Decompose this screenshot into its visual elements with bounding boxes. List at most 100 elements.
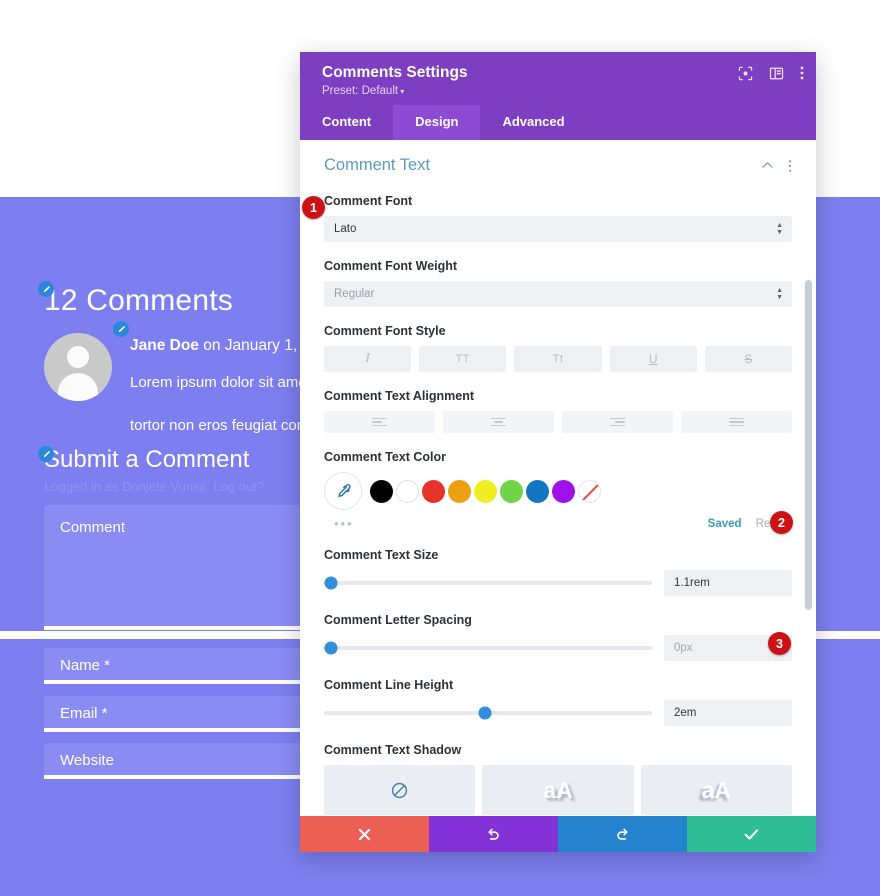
swatch-black[interactable] <box>370 479 393 503</box>
annotation-badge-3: 3 <box>768 632 791 655</box>
comment-text-shadow-label: Comment Text Shadow <box>324 743 462 757</box>
comment-text-size-value[interactable]: 1.1rem <box>664 570 792 596</box>
color-meta-row: ••• Saved Recent <box>324 516 792 531</box>
comment-text-color-field: Comment Text Color ••• Saved <box>324 450 792 531</box>
comment-letter-spacing-field: Comment Letter Spacing 0px <box>324 613 792 661</box>
align-center-button[interactable] <box>443 411 554 433</box>
comment-text-alignment-label: Comment Text Alignment <box>324 389 475 403</box>
comment-line-height-slider[interactable] <box>324 706 652 720</box>
modal-scrollbar[interactable] <box>805 280 812 610</box>
comment-font-style-label: Comment Font Style <box>324 324 446 338</box>
swatch-white[interactable] <box>396 479 419 503</box>
edit-pencil-icon[interactable] <box>38 446 54 462</box>
comment-line-height-value[interactable]: 2em <box>664 700 792 726</box>
comment-font-weight-label: Comment Font Weight <box>324 259 458 273</box>
underline-glyph: U <box>648 352 658 366</box>
tab-design[interactable]: Design <box>393 105 481 140</box>
modal-header-icons <box>738 65 804 81</box>
layout-panel-icon[interactable] <box>769 66 784 81</box>
comment-letter-spacing-slider[interactable] <box>324 641 652 655</box>
swatch-green[interactable] <box>500 479 523 503</box>
comment-author: Jane Doe <box>130 337 199 354</box>
comment-text-color-label: Comment Text Color <box>324 450 446 464</box>
preset-selector[interactable]: Preset: Default ▾ <box>322 85 800 97</box>
comment-font-weight-field: Comment Font Weight Regular ▲ ▼ <box>324 259 792 307</box>
swatch-purple[interactable] <box>552 479 575 503</box>
modal-title: Comments Settings <box>322 64 468 81</box>
slider-thumb[interactable] <box>324 576 338 590</box>
comment-line-height-slider-row: 2em <box>324 700 792 726</box>
more-colors-button[interactable]: ••• <box>324 516 708 531</box>
section-title: Comment Text <box>324 156 431 174</box>
shadow-none-tile[interactable] <box>324 765 476 815</box>
slider-thumb[interactable] <box>478 706 492 720</box>
annotation-badge-2: 2 <box>770 511 793 534</box>
eyedropper-icon[interactable] <box>324 472 362 510</box>
comment-font-value: Lato <box>334 223 357 235</box>
chevron-up-icon[interactable] <box>761 161 774 170</box>
shadow-preview-glyph: aA <box>543 776 573 803</box>
chevron-updown-icon: ▲ ▼ <box>776 287 783 301</box>
comment-text-size-slider[interactable] <box>324 576 652 590</box>
cancel-button[interactable] <box>300 816 429 852</box>
uppercase-glyph: TT <box>455 353 471 365</box>
redo-button[interactable] <box>558 816 687 852</box>
comment-line-height-label: Comment Line Height <box>324 678 454 692</box>
underline-button[interactable]: U <box>609 346 697 372</box>
comment-letter-spacing-label: Comment Letter Spacing <box>324 613 472 627</box>
swatch-transparent[interactable] <box>578 479 601 503</box>
shadow-bottom-right-tile[interactable]: aA <box>482 765 634 815</box>
logged-in-notice: Logged in as Donjetë Vuniqi. Log out? <box>44 479 264 494</box>
comment-text-size-field: Comment Text Size 1.1rem <box>324 548 792 596</box>
alignment-button-row <box>324 411 792 433</box>
save-button[interactable] <box>687 816 816 852</box>
comment-font-label: Comment Font <box>324 194 413 208</box>
comment-text-shadow-field: Comment Text Shadow aA aA aA aA aA <box>324 743 792 816</box>
avatar <box>44 333 112 401</box>
edit-pencil-icon[interactable] <box>38 281 54 297</box>
align-left-icon <box>372 417 387 427</box>
tab-advanced[interactable]: Advanced <box>480 105 586 140</box>
italic-glyph: I <box>365 351 370 366</box>
preset-label: Preset: Default <box>322 85 399 97</box>
align-left-button[interactable] <box>324 411 435 433</box>
swatch-red[interactable] <box>422 479 445 503</box>
strikethrough-glyph: S <box>744 352 753 366</box>
focus-target-icon[interactable] <box>738 66 753 81</box>
italic-button[interactable]: I <box>324 346 412 372</box>
comment-text-section-header: Comment Text <box>324 140 792 177</box>
lowercase-glyph: Tt <box>552 353 564 365</box>
undo-button[interactable] <box>429 816 558 852</box>
tab-content[interactable]: Content <box>300 105 393 140</box>
align-center-icon <box>491 417 506 427</box>
logout-link[interactable]: Log out? <box>213 479 264 494</box>
chevron-updown-icon: ▲ ▼ <box>776 222 783 236</box>
comment-font-select[interactable]: Lato ▲ ▼ <box>324 216 792 242</box>
comment-font-weight-select[interactable]: Regular ▲ ▼ <box>324 281 792 307</box>
shadow-bottom-left-tile[interactable]: aA <box>640 765 792 815</box>
annotation-badge-1: 1 <box>302 196 325 219</box>
comment-letter-spacing-slider-row: 0px <box>324 635 792 661</box>
modal-tabs: Content Design Advanced <box>300 105 816 140</box>
saved-colors-tab[interactable]: Saved <box>708 518 742 530</box>
text-shadow-grid: aA aA aA aA aA <box>324 765 792 816</box>
more-vertical-icon[interactable] <box>800 65 804 81</box>
slider-thumb[interactable] <box>324 641 338 655</box>
more-vertical-icon[interactable] <box>788 159 792 173</box>
comment-text-alignment-field: Comment Text Alignment <box>324 389 792 433</box>
modal-footer <box>300 816 816 852</box>
lowercase-button[interactable]: Tt <box>514 346 602 372</box>
chevron-down-icon: ▾ <box>398 87 405 96</box>
font-style-button-row: I TT Tt U S <box>324 346 793 372</box>
swatch-yellow[interactable] <box>474 479 497 503</box>
submit-comment-heading: Submit a Comment <box>44 446 250 473</box>
uppercase-button[interactable]: TT <box>419 346 507 372</box>
comment-font-field: Comment Font Lato ▲ ▼ <box>324 194 792 242</box>
align-right-icon <box>610 417 625 427</box>
edit-pencil-icon[interactable] <box>113 321 129 337</box>
swatch-blue[interactable] <box>526 479 549 503</box>
align-right-button[interactable] <box>562 411 673 433</box>
strikethrough-button[interactable]: S <box>704 346 793 372</box>
swatch-orange[interactable] <box>448 479 471 503</box>
align-justify-button[interactable] <box>681 411 792 433</box>
